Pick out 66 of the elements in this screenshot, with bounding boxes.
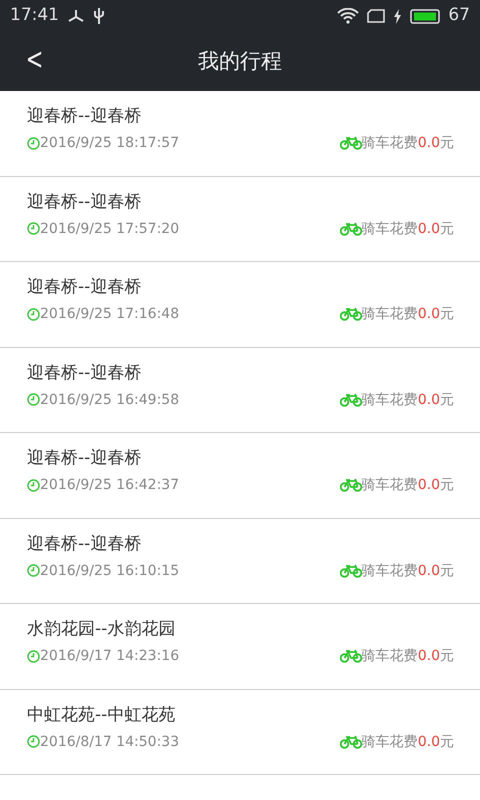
cost-amount: 0.0	[418, 220, 440, 238]
clock-icon	[27, 136, 40, 150]
cost-amount: 0.0	[418, 134, 440, 152]
cost-unit: 元	[440, 732, 454, 750]
trip-datetime: 2016/8/17 14:50:33	[40, 732, 180, 750]
trip-route: 迎春桥--迎春桥	[27, 532, 142, 556]
cost-amount: 0.0	[418, 390, 440, 408]
battery-icon	[410, 8, 440, 24]
clock-icon	[27, 308, 40, 320]
cost-unit: 元	[440, 562, 454, 580]
trip-route: 迎春桥--迎春桥	[27, 276, 142, 299]
cost-amount: 0.0	[418, 732, 440, 750]
trip-route: 迎春桥--迎春桥	[27, 362, 142, 384]
clock-icon	[27, 478, 40, 492]
trip-datetime: 2016/9/25 16:49:58	[40, 390, 180, 408]
cost-label: 骑车花费	[362, 647, 418, 665]
cost-label: 骑车花费	[362, 134, 418, 152]
trip-datetime: 2016/9/25 16:42:37	[40, 476, 180, 494]
clock-icon	[27, 222, 40, 235]
bicycle-icon	[340, 307, 362, 321]
trip-route: 迎春桥--迎春桥	[27, 190, 142, 214]
network-icon	[67, 9, 85, 23]
usb-icon	[93, 7, 105, 25]
cost-label: 骑车花费	[362, 562, 418, 580]
trip-datetime: 2016/9/17 14:23:16	[40, 647, 180, 665]
cost-amount: 0.0	[418, 647, 440, 665]
cost-label: 骑车花费	[362, 220, 418, 238]
cost-unit: 元	[440, 647, 454, 665]
bicycle-icon	[340, 392, 362, 406]
cost-unit: 元	[440, 134, 454, 152]
cost-unit: 元	[440, 305, 454, 323]
back-button[interactable]: <	[26, 44, 44, 76]
clock-icon	[27, 735, 40, 748]
cost-label: 骑车花费	[362, 305, 418, 323]
wifi-icon	[337, 8, 360, 24]
cost-unit: 元	[440, 390, 454, 408]
clock-icon	[27, 393, 40, 406]
trip-route: 迎春桥--迎春桥	[27, 105, 142, 128]
trip-datetime: 2016/9/25 16:10:15	[40, 562, 180, 580]
cost-label: 骑车花费	[362, 476, 418, 494]
status-time: 17:41	[10, 4, 59, 28]
trip-datetime: 2016/9/25 18:17:57	[40, 134, 180, 152]
cost-unit: 元	[440, 476, 454, 494]
cost-unit: 元	[440, 220, 454, 238]
bicycle-icon	[340, 478, 362, 492]
trip-route: 迎春桥--迎春桥	[27, 447, 142, 470]
trip-route: 中虹花苑--中虹花苑	[27, 704, 176, 726]
clock-icon	[27, 650, 40, 662]
cost-label: 骑车花费	[362, 732, 418, 750]
cost-amount: 0.0	[418, 476, 440, 494]
bicycle-icon	[340, 222, 362, 236]
page-title: 我的行程	[198, 48, 282, 75]
bicycle-icon	[340, 136, 362, 150]
cost-label: 骑车花费	[362, 390, 418, 408]
battery-percent: 67	[448, 4, 470, 28]
clock-icon	[27, 564, 40, 577]
bicycle-icon	[340, 564, 362, 578]
trip-datetime: 2016/9/25 17:16:48	[40, 305, 180, 323]
sim-card-icon	[367, 9, 386, 23]
charging-icon	[393, 8, 402, 24]
bicycle-icon	[340, 649, 362, 663]
trip-datetime: 2016/9/25 17:57:20	[40, 220, 180, 238]
bicycle-icon	[340, 734, 362, 748]
cost-amount: 0.0	[418, 305, 440, 323]
trip-route: 水韵花园--水韵花园	[27, 618, 176, 641]
cost-amount: 0.0	[418, 562, 440, 580]
